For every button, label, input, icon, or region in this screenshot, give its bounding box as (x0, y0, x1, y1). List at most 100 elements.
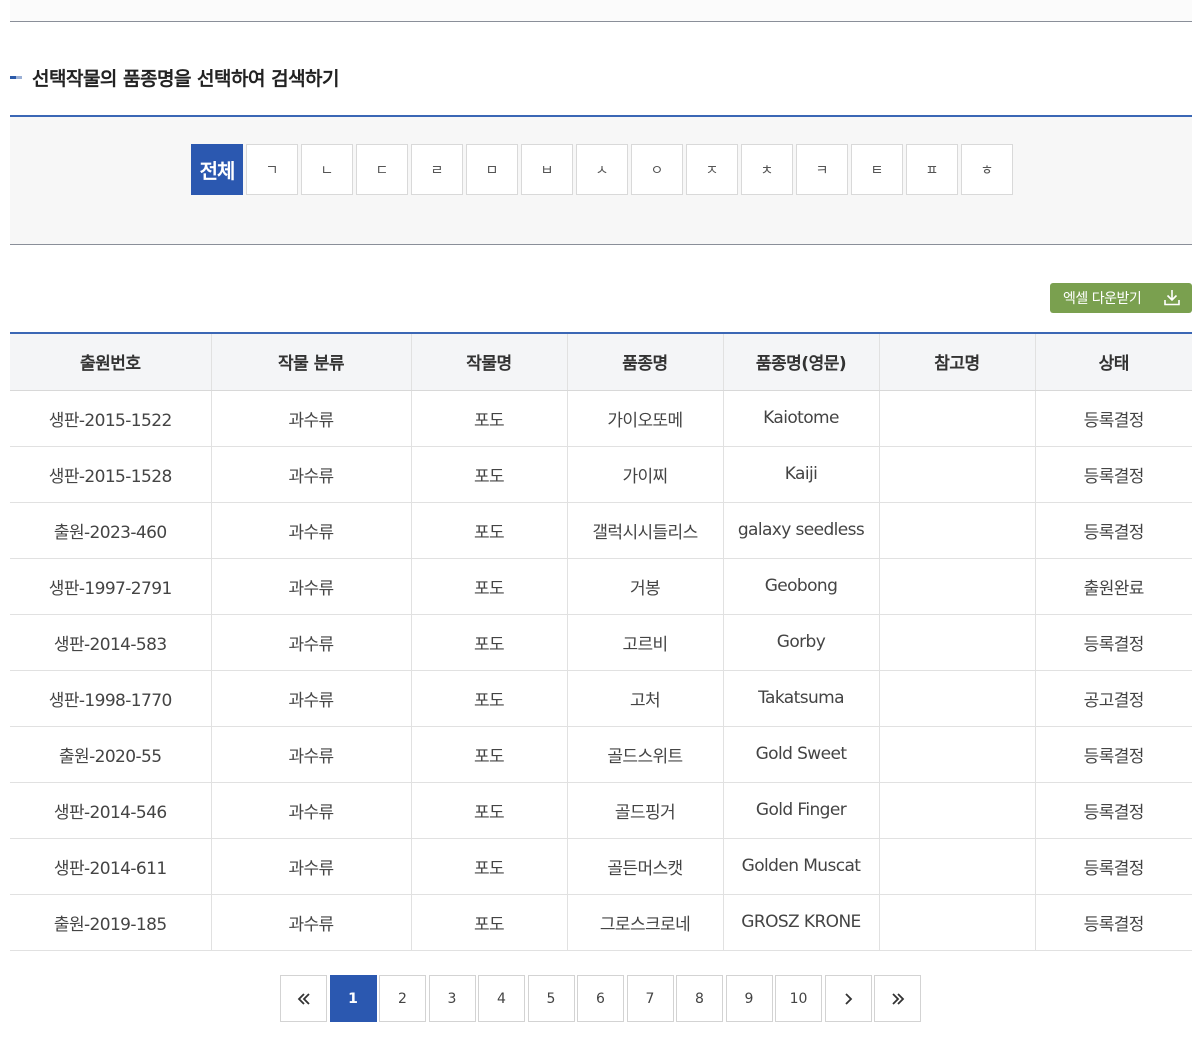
cell-crop-category: 과수류 (210, 726, 411, 783)
cell-application-number: 생판-2014-583 (10, 614, 211, 671)
cell-variety-name-en: Takatsuma (722, 670, 879, 727)
cell-status: 등록결정 (1034, 726, 1192, 783)
cell-status: 등록결정 (1034, 502, 1192, 559)
header-variety-name: 품종명 (566, 332, 723, 391)
filter-initial-button[interactable]: ㅂ (521, 144, 573, 195)
table-header-row: 출원번호 작물 분류 작물명 품종명 품종명(영문) 참고명 상태 (10, 332, 1192, 391)
heading-bullet-icon (10, 75, 22, 79)
cell-crop-name: 포도 (410, 614, 567, 671)
filter-initial-button[interactable]: ㄴ (301, 144, 353, 195)
cell-variety-name: 거봉 (566, 558, 723, 615)
page-number-button[interactable]: 4 (478, 975, 525, 1022)
double-chevron-left-button[interactable] (280, 975, 327, 1022)
table-row[interactable]: 생판-1998-1770 과수류 포도 고처 Takatsuma 공고결정 (10, 670, 1192, 727)
cell-crop-name: 포도 (410, 894, 567, 951)
cell-crop-category: 과수류 (210, 390, 411, 447)
filter-initial-button[interactable]: ㅍ (906, 144, 958, 195)
cell-reference-name (878, 894, 1035, 951)
double-chevron-right-button[interactable] (874, 975, 921, 1022)
page-number-button[interactable]: 6 (577, 975, 624, 1022)
cell-variety-name: 골든머스캣 (566, 838, 723, 895)
table-row[interactable]: 생판-2015-1522 과수류 포도 가이오또메 Kaiotome 등록결정 (10, 390, 1192, 447)
excel-download-label: 엑셀 다운받기 (1063, 291, 1142, 307)
cell-variety-name-en: Kaiji (722, 446, 879, 503)
cell-crop-category: 과수류 (210, 502, 411, 559)
cell-application-number: 생판-2014-611 (10, 838, 211, 895)
cell-application-number: 생판-1997-2791 (10, 558, 211, 615)
cell-variety-name-en: Golden Muscat (722, 838, 879, 895)
section-title: 선택작물의 품종명을 선택하여 검색하기 (32, 67, 340, 90)
filter-initial-button[interactable]: ㅁ (466, 144, 518, 195)
variety-results-table: 출원번호 작물 분류 작물명 품종명 품종명(영문) 참고명 상태 생판-2015-1522… (10, 332, 1192, 951)
cell-variety-name-en: Kaiotome (722, 390, 879, 447)
cell-status: 등록결정 (1034, 782, 1192, 839)
cell-crop-category: 과수류 (210, 838, 411, 895)
cell-application-number: 생판-2015-1528 (10, 446, 211, 503)
cell-application-number: 생판-2014-546 (10, 782, 211, 839)
cell-status: 등록결정 (1034, 894, 1192, 951)
excel-download-button[interactable]: 엑셀 다운받기 (1050, 283, 1192, 313)
table-row[interactable]: 생판-2014-546 과수류 포도 골드핑거 Gold Finger 등록결정 (10, 782, 1192, 839)
cell-crop-name: 포도 (410, 502, 567, 559)
cell-variety-name: 가이찌 (566, 446, 723, 503)
table-row[interactable]: 출원-2023-460 과수류 포도 갤럭시시들리스 galaxy seedless 등록… (10, 502, 1192, 559)
header-reference-name: 참고명 (878, 332, 1035, 391)
page-number-button[interactable]: 3 (428, 975, 476, 1022)
table-row[interactable]: 생판-1997-2791 과수류 포도 거봉 Geobong 출원완료 (10, 558, 1192, 615)
filter-initial-button[interactable]: ㅎ (961, 144, 1013, 195)
cell-reference-name (878, 726, 1035, 783)
filter-initial-button[interactable]: ㅊ (741, 144, 793, 195)
cell-status: 출원완료 (1034, 558, 1192, 615)
page-number-button[interactable]: 2 (379, 975, 426, 1022)
header-crop-category: 작물 분류 (210, 332, 411, 391)
header-status: 상태 (1034, 332, 1192, 391)
cell-crop-name: 포도 (410, 838, 567, 895)
cell-crop-name: 포도 (410, 726, 567, 783)
cell-reference-name (878, 390, 1035, 447)
cell-reference-name (878, 782, 1035, 839)
table-row[interactable]: 출원-2020-55 과수류 포도 골드스위트 Gold Sweet 등록결정 (10, 726, 1192, 783)
cell-variety-name-en: Gold Finger (722, 782, 879, 839)
page-number-button[interactable]: 7 (626, 975, 674, 1022)
cell-status: 등록결정 (1034, 614, 1192, 671)
cell-crop-name: 포도 (410, 782, 567, 839)
cell-crop-category: 과수류 (210, 894, 411, 951)
cell-crop-category: 과수류 (210, 446, 411, 503)
cell-variety-name-en: GROSZ KRONE (722, 894, 879, 951)
pagination: 1 2 3 4 5 6 7 8 9 10 (280, 975, 924, 1022)
filter-initial-button[interactable]: ㄱ (246, 144, 298, 195)
page-number-button[interactable]: 8 (676, 975, 723, 1022)
page-number-button[interactable]: 9 (725, 975, 773, 1022)
cell-status: 등록결정 (1034, 390, 1192, 447)
filter-initial-button[interactable]: ㅌ (851, 144, 903, 195)
filter-initial-button[interactable]: ㅇ (631, 144, 683, 195)
table-row[interactable]: 생판-2015-1528 과수류 포도 가이찌 Kaiji 등록결정 (10, 446, 1192, 503)
cell-variety-name-en: Gorby (722, 614, 879, 671)
header-variety-name-en: 품종명(영문) (722, 332, 879, 391)
top-panel-edge (10, 0, 1192, 22)
cell-reference-name (878, 502, 1035, 559)
page-number-button[interactable]: 10 (775, 975, 822, 1022)
filter-initial-button[interactable]: ㅅ (576, 144, 628, 195)
filter-all-button[interactable]: 전체 (191, 144, 243, 195)
cell-reference-name (878, 614, 1035, 671)
table-row[interactable]: 생판-2014-583 과수류 포도 고르비 Gorby 등록결정 (10, 614, 1192, 671)
cell-application-number: 생판-2015-1522 (10, 390, 211, 447)
cell-reference-name (878, 558, 1035, 615)
cell-application-number: 생판-1998-1770 (10, 670, 211, 727)
page-number-button[interactable]: 5 (527, 975, 575, 1022)
filter-initial-button[interactable]: ㄷ (356, 144, 408, 195)
filter-initial-button[interactable]: ㅈ (686, 144, 738, 195)
cell-variety-name: 고처 (566, 670, 723, 727)
download-icon (1164, 290, 1180, 306)
table-row[interactable]: 생판-2014-611 과수류 포도 골든머스캣 Golden Muscat 등록결정 (10, 838, 1192, 895)
table-row[interactable]: 출원-2019-185 과수류 포도 그로스크로네 GROSZ KRONE 등록결정 (10, 894, 1192, 951)
cell-status: 등록결정 (1034, 446, 1192, 503)
page-number-button[interactable]: 1 (329, 975, 377, 1022)
chevron-right-button[interactable] (824, 975, 872, 1022)
cell-variety-name-en: galaxy seedless (722, 502, 879, 559)
filter-initial-button[interactable]: ㅋ (796, 144, 848, 195)
cell-crop-name: 포도 (410, 390, 567, 447)
filter-initial-button[interactable]: ㄹ (411, 144, 463, 195)
cell-crop-name: 포도 (410, 670, 567, 727)
